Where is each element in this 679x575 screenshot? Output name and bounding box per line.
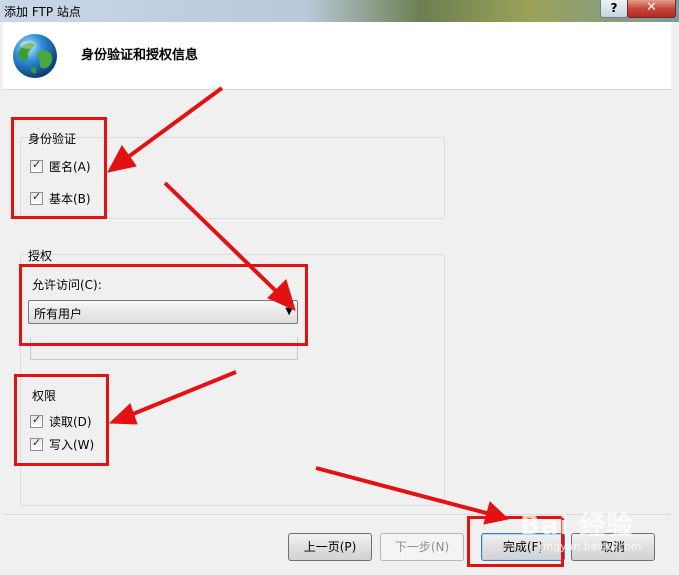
authorization-label: 授权: [28, 249, 53, 263]
title-bar: 添加 FTP 站点 ? ✕: [0, 0, 679, 22]
watermark-logo: Bai 经验: [520, 511, 634, 541]
globe-icon: [13, 34, 57, 78]
prev-button[interactable]: 上一页(P): [288, 533, 372, 561]
annotation-box-permissions: [14, 374, 109, 466]
annotation-box-access: [19, 264, 308, 346]
wizard-header: 身份验证和授权信息: [3, 22, 671, 90]
help-button[interactable]: ?: [600, 0, 628, 18]
next-button[interactable]: 下一步(N): [380, 533, 464, 561]
watermark-url: jingyan.baidu.com: [540, 540, 642, 553]
annotation-box-authentication: [11, 117, 107, 219]
page-title: 身份验证和授权信息: [81, 48, 199, 63]
close-button[interactable]: ✕: [627, 0, 676, 18]
window-title: 添加 FTP 站点: [4, 5, 81, 19]
